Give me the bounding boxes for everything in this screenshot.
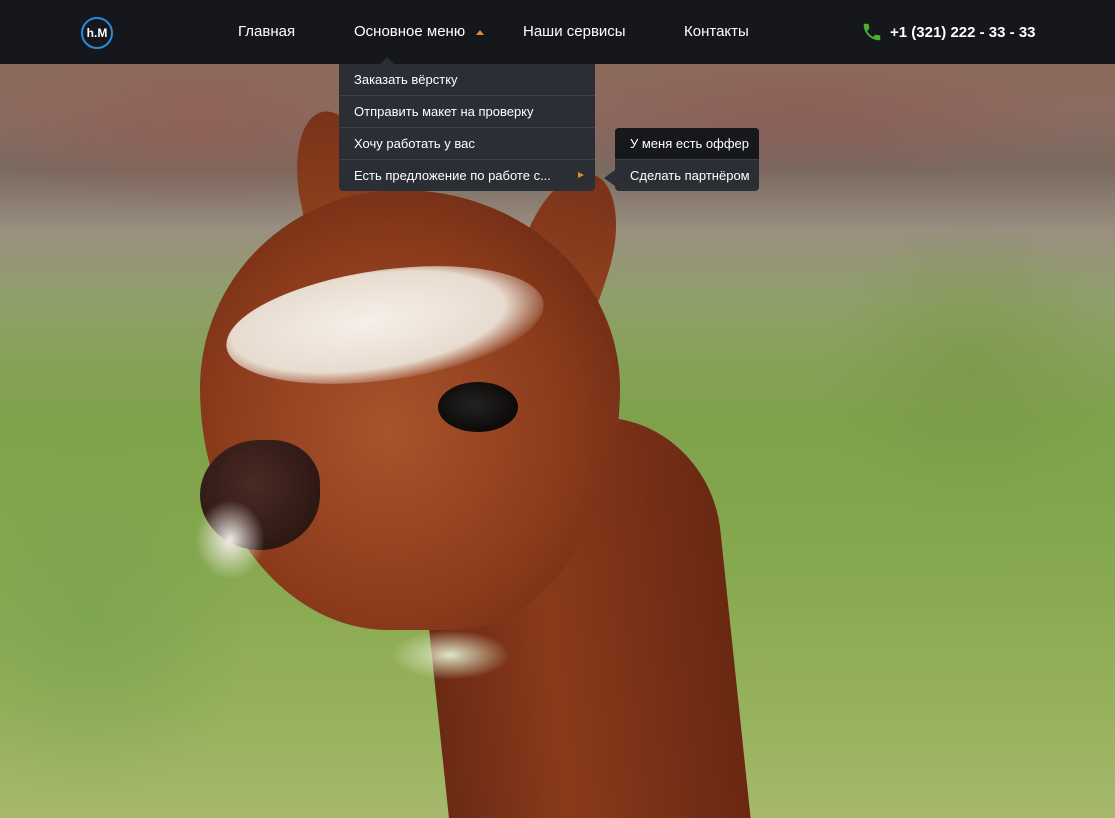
site-logo[interactable]: h.M <box>81 17 113 49</box>
proposal-submenu: У меня есть оффер Сделать партнёром <box>615 128 759 191</box>
dropdown-item-order-layout[interactable]: Заказать вёрстку <box>339 64 595 96</box>
dropdown-item-work-proposal[interactable]: Есть предложение по работе с... <box>339 160 595 191</box>
dropdown-item-join-team[interactable]: Хочу работать у вас <box>339 128 595 160</box>
nav-item-contacts[interactable]: Контакты <box>684 23 749 40</box>
phone-icon <box>863 23 881 41</box>
phone-link[interactable]: +1 (321) 222 - 33 - 33 <box>861 21 1036 43</box>
main-menu-dropdown: Заказать вёрстку Отправить макет на пров… <box>339 64 595 191</box>
nav-item-home[interactable]: Главная <box>238 23 295 40</box>
top-navigation-bar: h.M Главная Основное меню Наши сервисы К… <box>0 0 1115 64</box>
submenu-item-have-offer[interactable]: У меня есть оффер <box>615 128 759 160</box>
nav-item-services[interactable]: Наши сервисы <box>523 23 626 40</box>
caret-up-icon <box>476 30 484 35</box>
caret-right-icon <box>578 172 584 178</box>
nav-item-main-menu[interactable]: Основное меню <box>354 23 465 40</box>
submenu-pointer <box>604 170 615 186</box>
submenu-item-become-partner[interactable]: Сделать партнёром <box>615 160 759 191</box>
dropdown-item-label: Есть предложение по работе с... <box>354 168 551 183</box>
dropdown-pointer <box>380 57 394 64</box>
phone-number: +1 (321) 222 - 33 - 33 <box>890 23 1036 41</box>
dropdown-item-send-mockup[interactable]: Отправить макет на проверку <box>339 96 595 128</box>
